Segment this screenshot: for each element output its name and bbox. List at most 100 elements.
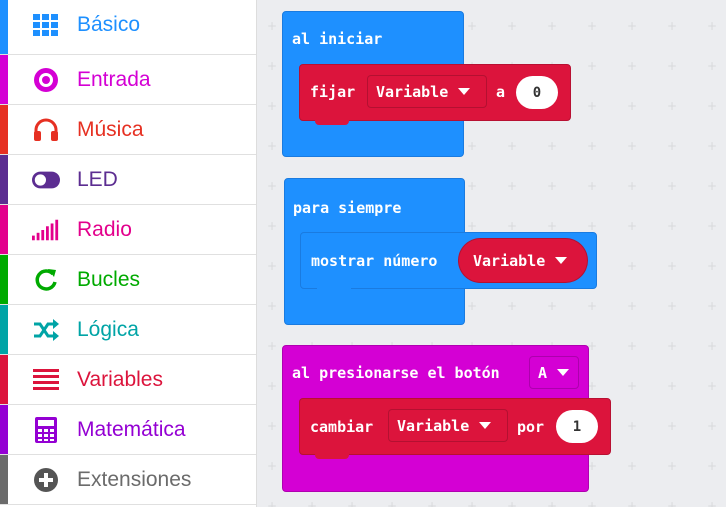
show-number-block[interactable]: mostrar número Variable — [300, 232, 597, 289]
grid-plus-mark: + — [267, 339, 278, 353]
grid-plus-mark: + — [627, 139, 638, 153]
plus-circle-icon — [32, 467, 60, 493]
grid-plus-mark: + — [387, 499, 398, 507]
category-color-stripe — [0, 255, 8, 304]
grid-plus-mark: + — [547, 499, 558, 507]
grid-plus-mark: + — [267, 379, 278, 393]
toolbox-category-radio[interactable]: Radio — [0, 205, 256, 255]
change-connector-label: por — [517, 418, 545, 436]
grid-plus-mark: + — [707, 459, 718, 473]
grid-plus-mark: + — [547, 219, 558, 233]
grid-plus-mark: + — [587, 139, 598, 153]
grid-plus-mark: + — [507, 219, 518, 233]
chevron-down-icon — [458, 88, 471, 95]
grid-plus-mark: + — [707, 379, 718, 393]
category-label: LED — [77, 168, 118, 191]
category-label: Variables — [77, 368, 163, 391]
variable-dropdown[interactable]: Variable — [367, 75, 487, 108]
grid-plus-mark: + — [627, 259, 638, 273]
toggle-icon — [32, 167, 60, 193]
grid-plus-mark: + — [627, 219, 638, 233]
toolbox-category-extensiones[interactable]: Extensiones — [0, 455, 256, 505]
chevron-down-icon — [555, 257, 568, 264]
change-value-input[interactable]: 1 — [556, 410, 598, 443]
grid-plus-mark: + — [507, 499, 518, 507]
variable-reporter[interactable]: Variable — [458, 238, 588, 283]
grid-plus-mark: + — [667, 339, 678, 353]
grid-plus-mark: + — [547, 19, 558, 33]
toolbox-category-logica[interactable]: Lógica — [0, 305, 256, 355]
grid-plus-mark: + — [267, 419, 278, 433]
grid-plus-mark: + — [667, 179, 678, 193]
block-notch — [315, 453, 349, 459]
category-label: Matemática — [77, 418, 186, 441]
grid-plus-mark: + — [627, 299, 638, 313]
toolbox-category-variables[interactable]: Variables — [0, 355, 256, 405]
grid-plus-mark: + — [667, 419, 678, 433]
grid-plus-mark: + — [267, 179, 278, 193]
category-color-stripe — [0, 305, 8, 354]
grid-plus-mark: + — [347, 499, 358, 507]
button-dropdown[interactable]: A — [529, 356, 579, 389]
change-variable-block[interactable]: cambiar Variable por 1 — [299, 398, 611, 455]
grid-plus-mark: + — [467, 219, 478, 233]
grid-plus-mark: + — [667, 19, 678, 33]
forever-label: para siempre — [293, 199, 402, 217]
toolbox-category-matematica[interactable]: Matemática — [0, 405, 256, 455]
grid-plus-mark: + — [267, 499, 278, 507]
category-label: Música — [77, 118, 144, 141]
variable-dropdown[interactable]: Variable — [388, 409, 508, 442]
toolbox-category-bucles[interactable]: Bucles — [0, 255, 256, 305]
set-value-input[interactable]: 0 — [516, 76, 558, 109]
grid-plus-mark: + — [627, 419, 638, 433]
grid-plus-mark: + — [467, 19, 478, 33]
grid-plus-mark: + — [507, 179, 518, 193]
toolbox-category-led[interactable]: LED — [0, 155, 256, 205]
grid-plus-mark: + — [467, 179, 478, 193]
grid-plus-mark: + — [627, 99, 638, 113]
category-color-stripe — [0, 455, 8, 504]
chevron-down-icon — [557, 369, 570, 376]
category-label: Básico — [77, 13, 141, 36]
grid-plus-mark: + — [627, 179, 638, 193]
headphones-icon — [32, 117, 60, 143]
grid-plus-mark: + — [587, 299, 598, 313]
variable-dropdown-label: Variable — [397, 416, 470, 435]
grid-plus-mark: + — [627, 59, 638, 73]
toolbox-category-musica[interactable]: Música — [0, 105, 256, 155]
on-button-label: al presionarse el botón — [292, 364, 500, 382]
category-color-stripe — [0, 405, 8, 454]
change-verb-label: cambiar — [310, 418, 374, 436]
grid-plus-mark: + — [627, 19, 638, 33]
set-variable-block[interactable]: fijar Variable a 0 — [299, 64, 571, 121]
signal-bars-icon — [32, 217, 60, 243]
grid-plus-mark: + — [267, 259, 278, 273]
workspace[interactable]: + + + + + + + + + + + + + + + + + + + + + + + + + + + + + + + + + + + + + + + +… — [257, 0, 726, 507]
grid-plus-mark: + — [667, 219, 678, 233]
grid-plus-mark: + — [667, 59, 678, 73]
grid-plus-mark: + — [707, 219, 718, 233]
grid-plus-mark: + — [587, 179, 598, 193]
button-dropdown-label: A — [538, 363, 548, 382]
set-connector-label: a — [496, 83, 506, 101]
grid-plus-mark: + — [547, 299, 558, 313]
toolbox-category-entrada[interactable]: Entrada — [0, 55, 256, 105]
variable-reporter-label: Variable — [473, 251, 546, 270]
grid-plus-mark: + — [707, 299, 718, 313]
variable-dropdown-label: Variable — [376, 82, 449, 101]
category-color-stripe — [0, 105, 8, 154]
grid-plus-mark: + — [267, 99, 278, 113]
grid-plus-mark: + — [707, 19, 718, 33]
grid-plus-mark: + — [707, 499, 718, 507]
toolbox-category-basico[interactable]: Básico — [0, 0, 256, 55]
grid-plus-mark: + — [507, 299, 518, 313]
set-verb-label: fijar — [310, 83, 356, 101]
grid-plus-mark: + — [467, 299, 478, 313]
category-color-stripe — [0, 355, 8, 404]
grid-plus-mark: + — [667, 299, 678, 313]
shuffle-icon — [32, 317, 60, 343]
grid-plus-mark: + — [667, 99, 678, 113]
grid-plus-mark: + — [267, 299, 278, 313]
grid-icon — [32, 12, 60, 38]
grid-plus-mark: + — [587, 59, 598, 73]
